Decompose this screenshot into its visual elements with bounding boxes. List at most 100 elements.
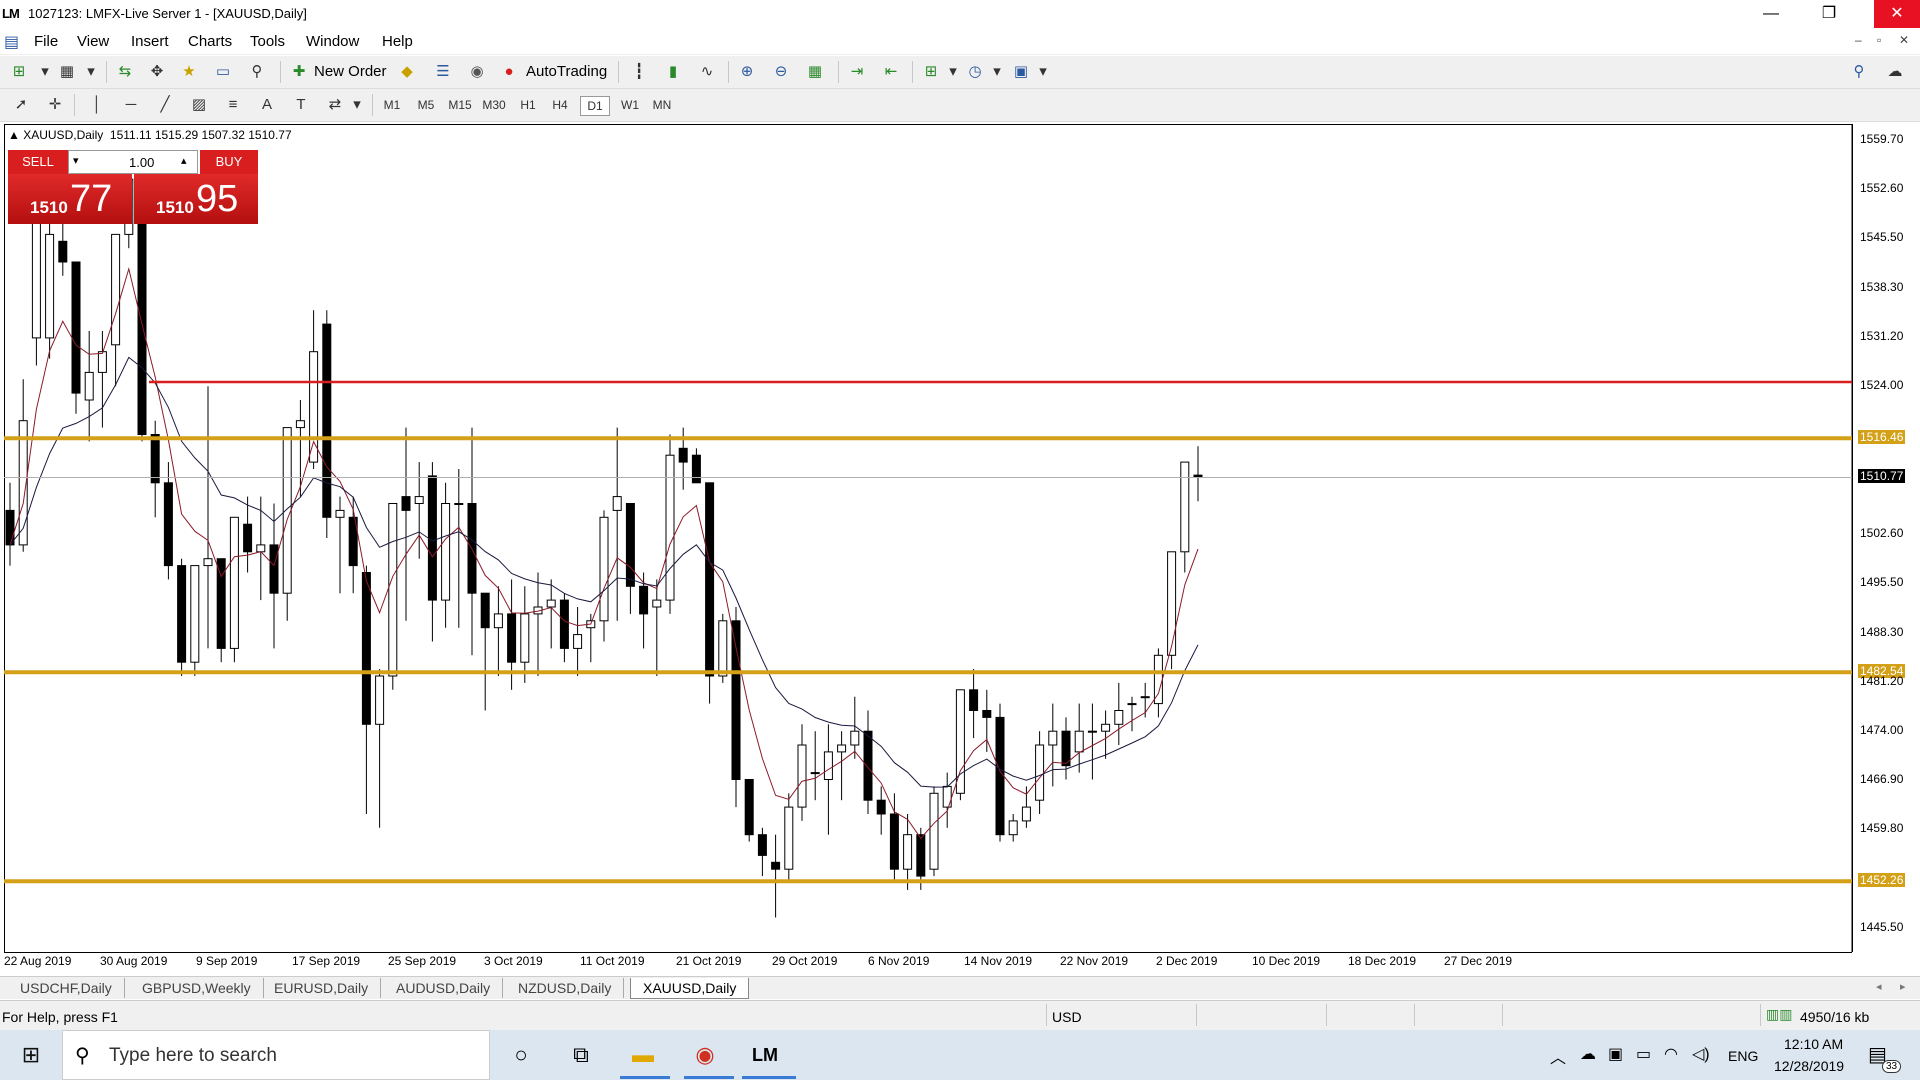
tab-usdchf[interactable]: USDCHF,Daily xyxy=(8,978,125,998)
tray-app-icon[interactable]: ▣ xyxy=(1608,1044,1623,1064)
tab-scroll-left-icon[interactable]: ◂ xyxy=(1876,980,1882,993)
tray-chevron-icon[interactable]: ︿ xyxy=(1550,1044,1566,1068)
vertical-line-icon[interactable]: │ xyxy=(86,94,108,116)
bear-candle xyxy=(863,730,873,801)
dropdown-arrow-icon[interactable]: ▾ xyxy=(80,61,102,83)
tf-mn[interactable]: MN xyxy=(648,96,676,114)
profiles-icon[interactable]: ▦ xyxy=(56,61,78,83)
line-chart-icon[interactable]: ∿ xyxy=(696,61,718,83)
chat-icon[interactable]: ☁ xyxy=(1884,61,1906,83)
tf-h4[interactable]: H4 xyxy=(546,96,574,114)
crosshair-icon[interactable]: ✥ xyxy=(146,61,168,83)
mdi-restore-button[interactable]: ▫ xyxy=(1877,33,1881,47)
terminal-icon[interactable]: ▭ xyxy=(212,61,234,83)
new-chart-icon[interactable]: ⊞ xyxy=(8,61,30,83)
clock-time[interactable]: 12:10 AM xyxy=(1784,1036,1843,1052)
tile-windows-icon[interactable]: ▦ xyxy=(804,61,826,83)
text-label-icon[interactable]: T xyxy=(290,94,312,116)
tab-eurusd[interactable]: EURUSD,Daily xyxy=(262,978,382,998)
onedrive-icon[interactable]: ☁ xyxy=(1580,1044,1596,1064)
tf-m1[interactable]: M1 xyxy=(378,96,406,114)
lot-size-value[interactable]: 1.00 xyxy=(129,155,154,170)
cursor-icon[interactable]: ➚ xyxy=(10,94,32,116)
templates-icon[interactable]: ▣ xyxy=(1010,61,1032,83)
tf-d1[interactable]: D1 xyxy=(580,96,610,116)
buy-button[interactable]: BUY xyxy=(200,150,258,174)
wifi-icon[interactable]: ◠ xyxy=(1664,1044,1678,1064)
menu-view[interactable]: View xyxy=(77,33,109,50)
sell-price-box[interactable]: 1510 77 xyxy=(8,174,132,224)
crosshair-tool-icon[interactable]: ✛ xyxy=(44,94,66,116)
battery-icon[interactable]: ▭ xyxy=(1636,1044,1651,1064)
menu-charts[interactable]: Charts xyxy=(188,33,232,50)
zoom-out-icon[interactable]: ⊖ xyxy=(770,61,792,83)
restore-button[interactable]: ❐ xyxy=(1806,0,1852,28)
file-explorer-icon[interactable]: ▬ xyxy=(628,1040,658,1070)
lot-decrease-icon[interactable]: ▾ xyxy=(73,154,79,167)
lmfx-app-icon[interactable]: LM xyxy=(750,1040,780,1070)
dropdown-arrow-icon[interactable]: ▾ xyxy=(986,61,1008,83)
market-watch-icon[interactable]: ⇆ xyxy=(114,61,136,83)
tab-gbpusd[interactable]: GBPUSD,Weekly xyxy=(130,978,264,998)
periods-icon[interactable]: ◷ xyxy=(964,61,986,83)
dropdown-arrow-icon[interactable]: ▾ xyxy=(1032,61,1054,83)
price-chart[interactable] xyxy=(4,124,1852,974)
buy-price-box[interactable]: 1510 95 xyxy=(134,174,258,224)
autotrading-button[interactable]: AutoTrading xyxy=(526,63,607,80)
menu-window[interactable]: Window xyxy=(306,33,359,50)
tab-audusd[interactable]: AUDUSD,Daily xyxy=(384,978,504,998)
tf-h1[interactable]: H1 xyxy=(514,96,542,114)
text-icon[interactable]: A xyxy=(256,94,278,116)
language-indicator[interactable]: ENG xyxy=(1728,1048,1758,1064)
dropdown-arrow-icon[interactable]: ▾ xyxy=(34,61,56,83)
clock-date[interactable]: 12/28/2019 xyxy=(1774,1058,1844,1074)
tab-xauusd[interactable]: XAUUSD,Daily xyxy=(630,978,750,999)
lot-size-spinner[interactable]: ▾ 1.00 ▴ xyxy=(68,150,198,174)
mdi-close-button[interactable]: ✕ xyxy=(1899,33,1909,47)
chrome-icon[interactable]: ◉ xyxy=(690,1040,720,1070)
candlestick-icon[interactable]: ▮ xyxy=(662,61,684,83)
bar-chart-icon[interactable]: ┇ xyxy=(628,61,650,83)
tab-scroll-right-icon[interactable]: ▸ xyxy=(1900,980,1906,993)
autotrading-icon[interactable]: ● xyxy=(498,61,520,83)
menu-tools[interactable]: Tools xyxy=(250,33,285,50)
menu-file[interactable]: File xyxy=(34,33,58,50)
tf-m15[interactable]: M15 xyxy=(446,96,474,114)
market-icon[interactable]: ◉ xyxy=(466,61,488,83)
menu-help[interactable]: Help xyxy=(382,33,413,50)
new-order-icon[interactable]: ✚ xyxy=(288,61,310,83)
volume-icon[interactable]: ◁) xyxy=(1692,1044,1710,1064)
arrows-icon[interactable]: ⇄ xyxy=(324,94,346,116)
dropdown-arrow-icon[interactable]: ▾ xyxy=(942,61,964,83)
document-icon[interactable]: ▤ xyxy=(4,32,19,52)
lot-increase-icon[interactable]: ▴ xyxy=(181,154,187,167)
new-order-button[interactable]: New Order xyxy=(314,63,387,80)
auto-scroll-icon[interactable]: ⇥ xyxy=(846,61,868,83)
chart-shift-icon[interactable]: ⇤ xyxy=(880,61,902,83)
fibonacci-icon[interactable]: ≡ xyxy=(222,94,244,116)
menu-insert[interactable]: Insert xyxy=(131,33,169,50)
signals-icon[interactable]: ☰ xyxy=(432,61,454,83)
close-button[interactable]: ✕ xyxy=(1874,0,1920,28)
zoom-in-icon[interactable]: ⊕ xyxy=(736,61,758,83)
trendline-icon[interactable]: ╱ xyxy=(154,94,176,116)
tf-m30[interactable]: M30 xyxy=(480,96,508,114)
search-icon[interactable]: ⚲ xyxy=(1848,61,1870,83)
sell-button[interactable]: SELL xyxy=(8,150,68,174)
navigator-icon[interactable]: ★ xyxy=(178,61,200,83)
channel-icon[interactable]: ▨ xyxy=(188,94,210,116)
cortana-icon[interactable]: ○ xyxy=(506,1040,536,1070)
indicators-icon[interactable]: ⊞ xyxy=(920,61,942,83)
tester-icon[interactable]: ⚲ xyxy=(246,61,268,83)
mdi-minimize-button[interactable]: – xyxy=(1855,33,1862,47)
horizontal-line-icon[interactable]: ─ xyxy=(120,94,142,116)
windows-start-icon[interactable]: ⊞ xyxy=(16,1040,46,1070)
metaeditor-icon[interactable]: ◆ xyxy=(396,61,418,83)
tab-nzdusd[interactable]: NZDUSD,Daily xyxy=(506,978,625,998)
tf-m5[interactable]: M5 xyxy=(412,96,440,114)
minimize-button[interactable]: — xyxy=(1748,0,1794,28)
taskbar-search[interactable]: ⚲ Type here to search xyxy=(62,1030,490,1080)
tf-w1[interactable]: W1 xyxy=(616,96,644,114)
task-view-icon[interactable]: ⧉ xyxy=(566,1040,596,1070)
dropdown-arrow-icon[interactable]: ▾ xyxy=(346,94,368,116)
